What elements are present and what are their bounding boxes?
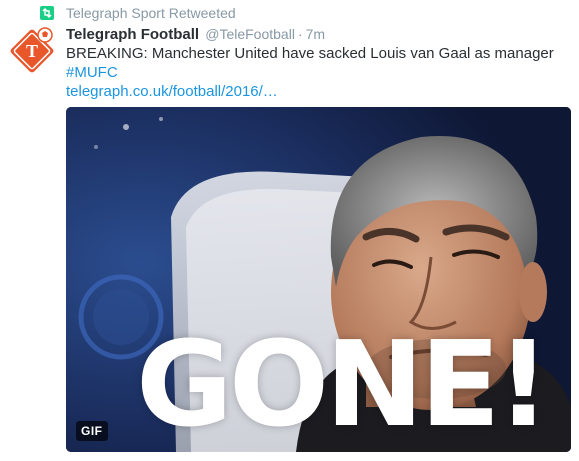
retweet-context: Telegraph Sport Retweeted	[40, 3, 236, 23]
separator-dot: ·	[297, 26, 303, 42]
hashtag-link[interactable]: #MUFC	[66, 63, 554, 82]
svg-text:T: T	[26, 41, 38, 61]
gif-overlay-text: GONE!	[136, 315, 550, 452]
tweet-header: Telegraph Football @TeleFootball · 7m	[66, 26, 325, 43]
avatar[interactable]: T	[7, 24, 57, 74]
retweet-icon	[40, 6, 54, 20]
article-link[interactable]: telegraph.co.uk/football/2016/…	[66, 82, 554, 101]
retweet-context-label[interactable]: Telegraph Sport Retweeted	[66, 5, 236, 21]
tweet-media-gif[interactable]: GONE! GIF	[66, 107, 571, 452]
author-username[interactable]: @TeleFootball	[205, 26, 295, 42]
author-fullname[interactable]: Telegraph Football	[66, 26, 199, 43]
tweet[interactable]: Telegraph Sport Retweeted T Telegraph Fo…	[0, 0, 579, 461]
gif-badge: GIF	[76, 421, 108, 441]
tweet-body: BREAKING: Manchester United have sacked …	[66, 45, 554, 62]
telegraph-football-logo-icon: T	[10, 27, 54, 73]
tweet-text: BREAKING: Manchester United have sacked …	[66, 44, 554, 101]
tweet-timestamp[interactable]: 7m	[306, 26, 325, 42]
